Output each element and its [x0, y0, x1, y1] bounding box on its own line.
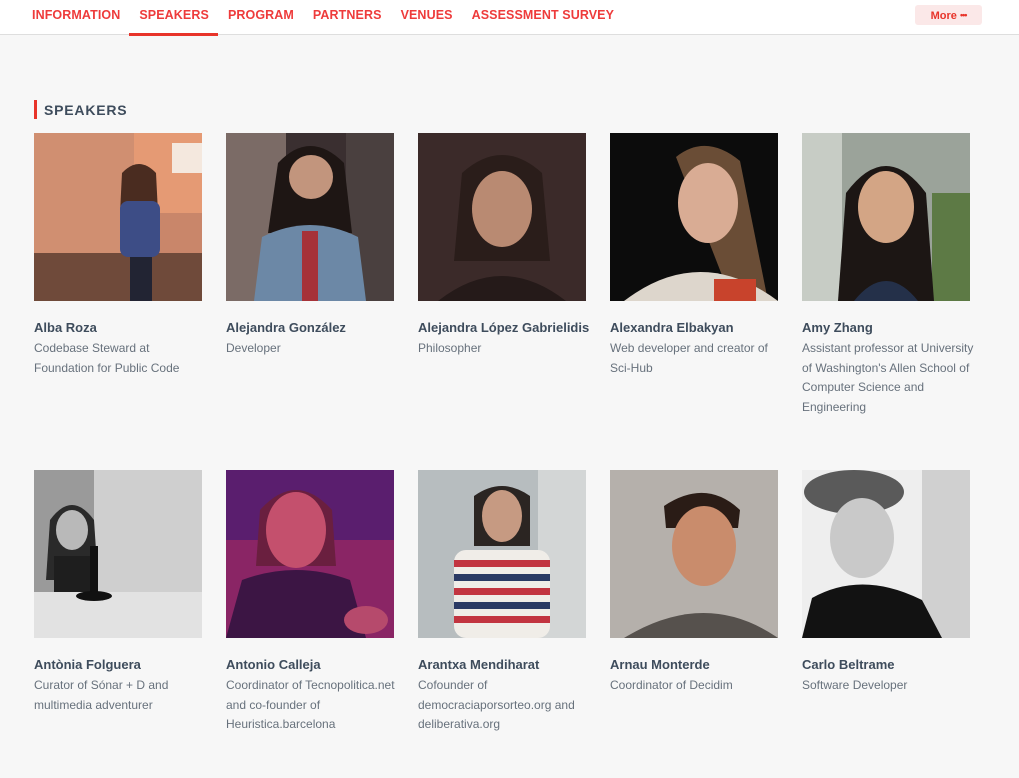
speaker-role: Coordinator of Decidim	[610, 678, 733, 692]
speaker-photo[interactable]	[226, 133, 394, 301]
more-label: More	[930, 10, 957, 22]
speaker-card[interactable]: Alejandra López Gabrielidis Philosopher	[418, 133, 594, 359]
speaker-photo[interactable]	[802, 470, 970, 638]
speaker-card[interactable]: Amy Zhang Assistant professor at Univers…	[802, 133, 978, 417]
speaker-name[interactable]: Alba Roza	[34, 317, 210, 339]
speaker-role: Coordinator of Tecnopolitica.net and co-…	[226, 678, 395, 731]
tab-information[interactable]: INFORMATION	[22, 0, 129, 35]
speaker-card[interactable]: Arnau Monterde Coordinator of Decidim	[610, 470, 786, 696]
speaker-photo[interactable]	[610, 470, 778, 638]
speaker-role: Web developer and creator of Sci-Hub	[610, 341, 768, 375]
speaker-role: Assistant professor at University of Was…	[802, 341, 974, 414]
speaker-name[interactable]: Antònia Folguera	[34, 654, 210, 676]
speaker-name[interactable]: Carlo Beltrame	[802, 654, 978, 676]
speaker-role: Codebase Steward at Foundation for Publi…	[34, 341, 180, 375]
speaker-card[interactable]: Alexandra Elbakyan Web developer and cre…	[610, 133, 786, 378]
tab-program[interactable]: PROGRAM	[218, 0, 303, 35]
speaker-name[interactable]: Alejandra López Gabrielidis	[418, 317, 594, 339]
nav-tabs: INFORMATION SPEAKERS PROGRAM PARTNERS VE…	[22, 0, 623, 36]
more-button[interactable]: More •••	[915, 5, 982, 25]
top-navigation: INFORMATION SPEAKERS PROGRAM PARTNERS VE…	[0, 0, 1019, 36]
speaker-name[interactable]: Arnau Monterde	[610, 654, 786, 676]
speaker-photo[interactable]	[34, 133, 202, 301]
speaker-card[interactable]: Carlo Beltrame Software Developer	[802, 470, 978, 696]
tab-speakers[interactable]: SPEAKERS	[129, 0, 218, 36]
speaker-name[interactable]: Alexandra Elbakyan	[610, 317, 786, 339]
tab-partners[interactable]: PARTNERS	[303, 0, 391, 35]
more-dots-icon: •••	[959, 10, 968, 20]
speaker-role: Cofounder of democraciaporsorteo.org and…	[418, 678, 575, 731]
speaker-card[interactable]: Arantxa Mendiharat Cofounder of democrac…	[418, 470, 594, 735]
speaker-card[interactable]: Alba Roza Codebase Steward at Foundation…	[34, 133, 210, 378]
speaker-photo[interactable]	[34, 470, 202, 638]
speaker-card[interactable]: Antonio Calleja Coordinator of Tecnopoli…	[226, 470, 402, 735]
speaker-photo[interactable]	[418, 470, 586, 638]
speaker-role: Curator of Sónar + D and multimedia adve…	[34, 678, 169, 712]
speaker-name[interactable]: Alejandra González	[226, 317, 402, 339]
tab-assessment-survey[interactable]: ASSESSMENT SURVEY	[462, 0, 623, 35]
speaker-photo[interactable]	[802, 133, 970, 301]
tab-venues[interactable]: VENUES	[391, 0, 462, 35]
speaker-name[interactable]: Arantxa Mendiharat	[418, 654, 594, 676]
speaker-photo[interactable]	[418, 133, 586, 301]
speaker-role: Software Developer	[802, 678, 908, 692]
speaker-role: Philosopher	[418, 341, 482, 355]
speaker-name[interactable]: Amy Zhang	[802, 317, 978, 339]
section-title: SPEAKERS	[34, 100, 127, 119]
speaker-role: Developer	[226, 341, 281, 355]
speaker-card[interactable]: Antònia Folguera Curator of Sónar + D an…	[34, 470, 210, 715]
speaker-photo[interactable]	[610, 133, 778, 301]
speaker-photo[interactable]	[226, 470, 394, 638]
speaker-card[interactable]: Alejandra González Developer	[226, 133, 402, 359]
speaker-name[interactable]: Antonio Calleja	[226, 654, 402, 676]
